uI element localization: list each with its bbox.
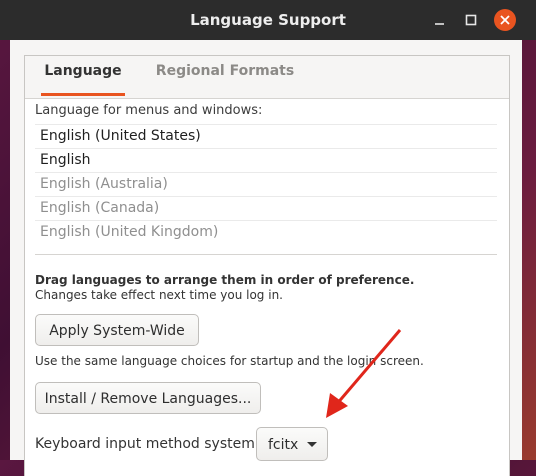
list-item[interactable]: English (United States) — [35, 124, 497, 147]
tab-language[interactable]: Language — [33, 56, 133, 96]
list-item[interactable]: English (United Kingdom) — [35, 220, 497, 243]
keyboard-input-label: Keyboard input method system: — [35, 436, 260, 452]
language-list[interactable]: English (United States) English English … — [35, 124, 497, 255]
close-button[interactable] — [494, 9, 516, 31]
tab-regional-formats-label: Regional Formats — [155, 63, 295, 79]
chevron-down-icon — [307, 442, 317, 447]
list-item[interactable]: English (Australia) — [35, 172, 497, 195]
maximize-button[interactable] — [460, 9, 482, 31]
logout-hint: Changes take effect next time you log in… — [35, 288, 283, 302]
list-item[interactable]: English — [35, 148, 497, 171]
tab-notebook: Language Regional Formats Language for m… — [24, 55, 510, 476]
drag-hint: Drag languages to arrange them in order … — [35, 273, 415, 287]
tab-language-label: Language — [44, 63, 122, 79]
close-icon — [500, 15, 510, 25]
title-bar[interactable]: Language Support — [0, 0, 536, 40]
window-title: Language Support — [190, 11, 346, 29]
keyboard-input-method-select[interactable]: fcitx — [256, 427, 328, 461]
apply-system-wide-button[interactable]: Apply System-Wide — [35, 314, 199, 346]
minimize-button[interactable] — [429, 9, 451, 31]
tab-regional-formats[interactable]: Regional Formats — [155, 56, 295, 96]
install-remove-languages-button[interactable]: Install / Remove Languages... — [35, 382, 261, 414]
language-support-window: Language Support Language Regional Forma… — [0, 0, 536, 476]
apply-hint: Use the same language choices for startu… — [35, 354, 424, 368]
keyboard-input-method-value: fcitx — [268, 437, 299, 453]
maximize-icon — [465, 14, 477, 26]
tab-bar: Language Regional Formats — [25, 56, 509, 99]
minimize-icon — [435, 23, 444, 25]
list-item[interactable]: English (Canada) — [35, 196, 497, 219]
dialog-content: Language Regional Formats Language for m… — [10, 40, 522, 476]
language-list-label: Language for menus and windows: — [35, 103, 263, 118]
